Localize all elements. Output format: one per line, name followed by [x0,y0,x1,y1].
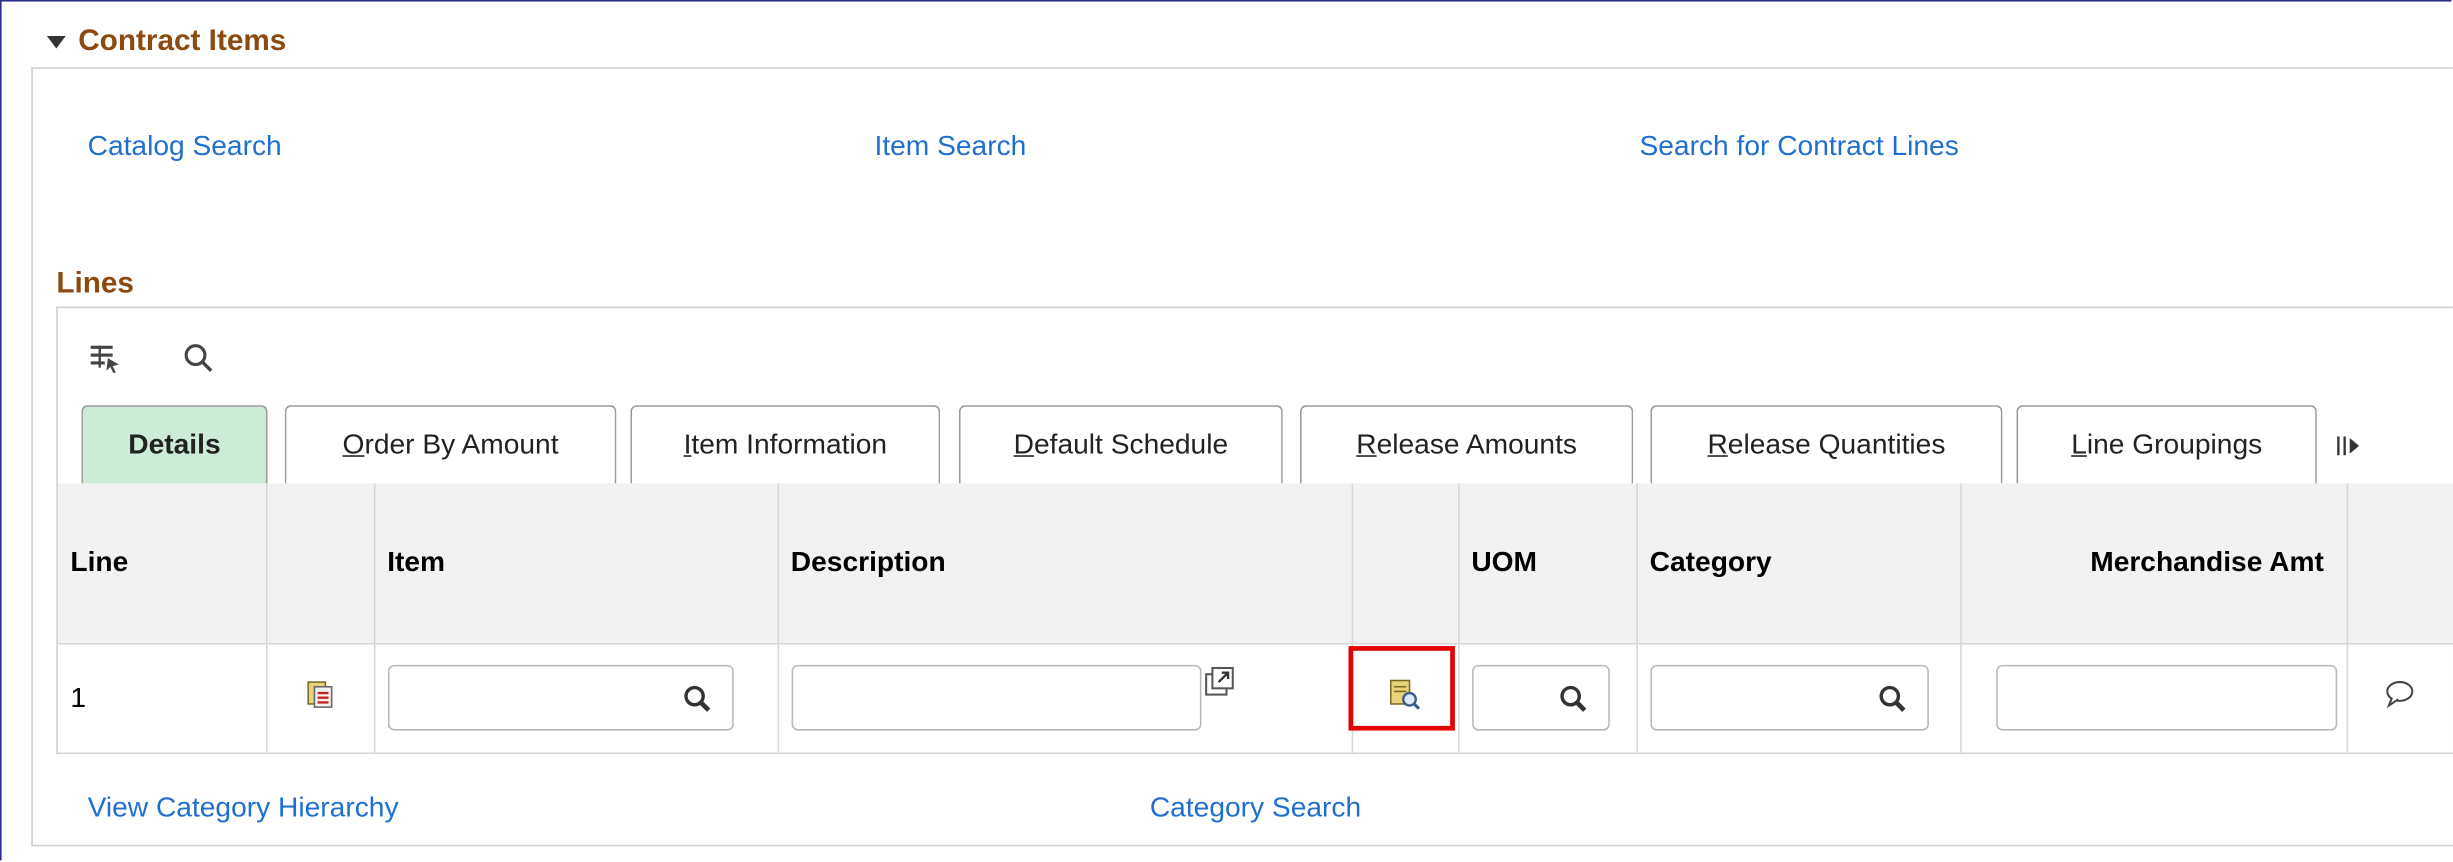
item-cell [373,642,779,754]
description-cell [777,642,1353,754]
catalog-search-link[interactable]: Catalog Search [88,130,282,163]
col-comments-header [2346,483,2453,644]
tab-release-quantities[interactable]: Release Quantities [1650,405,2003,484]
merchandise-amt-input[interactable] [1995,664,2337,731]
tab-item-information[interactable]: Item Information [630,405,941,484]
comment-icon[interactable] [2383,678,2417,709]
search-contract-lines-link[interactable]: Search for Contract Lines [1639,130,1958,163]
table-row: 1 [57,642,2453,754]
col-merchandise-amt-header[interactable]: Merchandise Amt [1960,483,2348,644]
item-lookup-icon[interactable] [681,684,712,715]
line-details-icon[interactable] [303,677,337,711]
merchandise-amt-cell [1960,642,2348,754]
uom-input[interactable] [1471,664,1609,731]
col-description-header[interactable]: Description [777,483,1353,644]
category-cell [1636,642,1961,754]
tab-line-groupings[interactable]: Line Groupings [2016,405,2317,484]
col-uom-header[interactable]: UOM [1458,483,1638,644]
section-title: Contract Items [78,25,287,58]
search-icon[interactable] [181,341,215,375]
col-item-header[interactable]: Item [373,483,779,644]
line-number-cell: 1 [57,642,267,754]
col-item-search-header [1351,483,1459,644]
tab-default-schedule[interactable]: Default Schedule [958,405,1283,484]
col-line-header[interactable]: Line [57,483,267,644]
item-search-highlight-box [1348,646,1455,731]
tab-details[interactable]: Details [81,405,268,484]
col-detail-icon-header [265,483,375,644]
category-search-link[interactable]: Category Search [1150,792,1361,825]
description-input[interactable] [790,664,1201,731]
tab-release-amounts[interactable]: Release Amounts [1300,405,1634,484]
line-details-cell [265,642,375,754]
comments-cell [2346,642,2453,754]
col-category-header[interactable]: Category [1636,483,1961,644]
lines-table: Line Item Description UOM Category Merch… [57,483,2453,754]
view-category-hierarchy-link[interactable]: View Category Hierarchy [88,792,399,825]
collapse-triangle-icon[interactable] [46,35,66,49]
grid-settings-icon[interactable] [88,341,122,375]
item-search-link[interactable]: Item Search [874,130,1026,163]
expand-description-icon[interactable] [1202,666,1233,697]
show-all-columns-icon[interactable] [2334,433,2365,458]
uom-lookup-icon[interactable] [1557,684,1588,715]
item-input[interactable] [387,664,733,731]
lines-title: Lines [56,267,134,301]
contract-items-header[interactable]: Contract Items [46,25,287,59]
category-lookup-icon[interactable] [1876,684,1907,715]
tab-order-by-amount[interactable]: Order By Amount [284,405,617,484]
table-header-row: Line Item Description UOM Category Merch… [57,483,2453,644]
category-input[interactable] [1649,664,1929,731]
uom-cell [1458,642,1638,754]
